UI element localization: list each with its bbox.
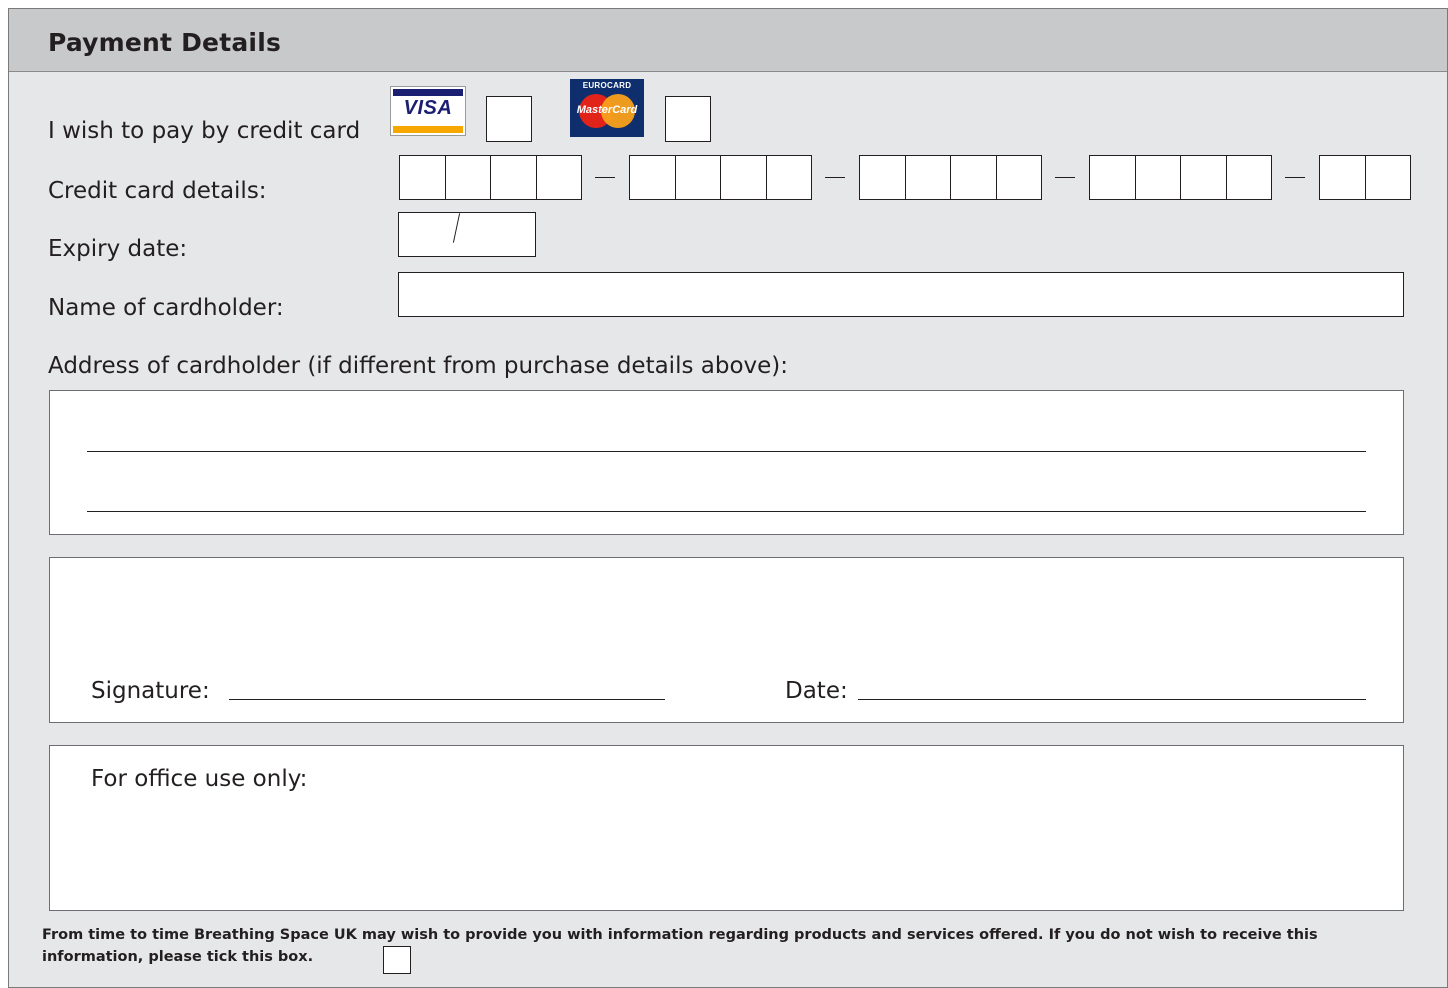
card-digit-box[interactable] [1364, 155, 1411, 200]
card-digit-box[interactable] [995, 155, 1042, 200]
marketing-notice: From time to time Breathing Space UK may… [42, 927, 1318, 965]
mastercard-wordmark: MasterCard [576, 104, 638, 116]
cardholder-name-field[interactable] [398, 272, 1404, 317]
card-digit-box[interactable] [629, 155, 676, 200]
date-label: Date: [785, 678, 848, 704]
visa-band-top [393, 89, 463, 96]
card-group-dash [825, 177, 845, 178]
cardholder-name-label: Name of cardholder: [48, 295, 284, 321]
visa-wordmark: VISA [403, 97, 453, 119]
card-digit-box[interactable] [950, 155, 997, 200]
card-digit-box[interactable] [674, 155, 721, 200]
card-group-dash [1285, 177, 1305, 178]
card-group-dash [1055, 177, 1075, 178]
form-title: Payment Details [48, 28, 282, 57]
address-line-1[interactable] [87, 451, 1366, 452]
card-digit-box[interactable] [444, 155, 491, 200]
signature-label: Signature: [91, 678, 210, 704]
card-digit-box[interactable] [535, 155, 582, 200]
address-label: Address of cardholder (if different from… [48, 353, 789, 379]
card-digit-box[interactable] [720, 155, 767, 200]
mastercard-checkbox[interactable] [665, 96, 711, 142]
card-digit-box[interactable] [1134, 155, 1181, 200]
card-group-dash [595, 177, 615, 178]
card-digit-box[interactable] [399, 155, 446, 200]
mastercard-logo-icon: EUROCARD MasterCard [570, 79, 644, 137]
address-panel [49, 390, 1404, 535]
expiry-date-label: Expiry date: [48, 236, 188, 262]
card-digit-box[interactable] [859, 155, 906, 200]
card-digit-box[interactable] [1180, 155, 1227, 200]
date-line[interactable] [858, 699, 1366, 700]
card-digit-box[interactable] [765, 155, 812, 200]
office-use-label: For office use only: [91, 766, 308, 792]
card-details-label: Credit card details: [48, 178, 267, 204]
marketing-opt-out-checkbox[interactable] [383, 946, 411, 974]
card-digit-box[interactable] [1089, 155, 1136, 200]
signature-line[interactable] [229, 699, 665, 700]
visa-checkbox[interactable] [486, 96, 532, 142]
card-digit-box[interactable] [904, 155, 951, 200]
expiry-date-field[interactable] [398, 212, 536, 257]
card-digit-box[interactable] [1319, 155, 1366, 200]
pay-by-card-label: I wish to pay by credit card [48, 118, 361, 144]
eurocard-wordmark: EUROCARD [582, 81, 632, 90]
card-digit-box[interactable] [1225, 155, 1272, 200]
card-digit-box[interactable] [490, 155, 537, 200]
form-header: Payment Details [9, 9, 1447, 72]
visa-logo-icon: VISA [390, 86, 466, 136]
visa-band-bottom [393, 126, 463, 133]
address-line-2[interactable] [87, 511, 1366, 512]
